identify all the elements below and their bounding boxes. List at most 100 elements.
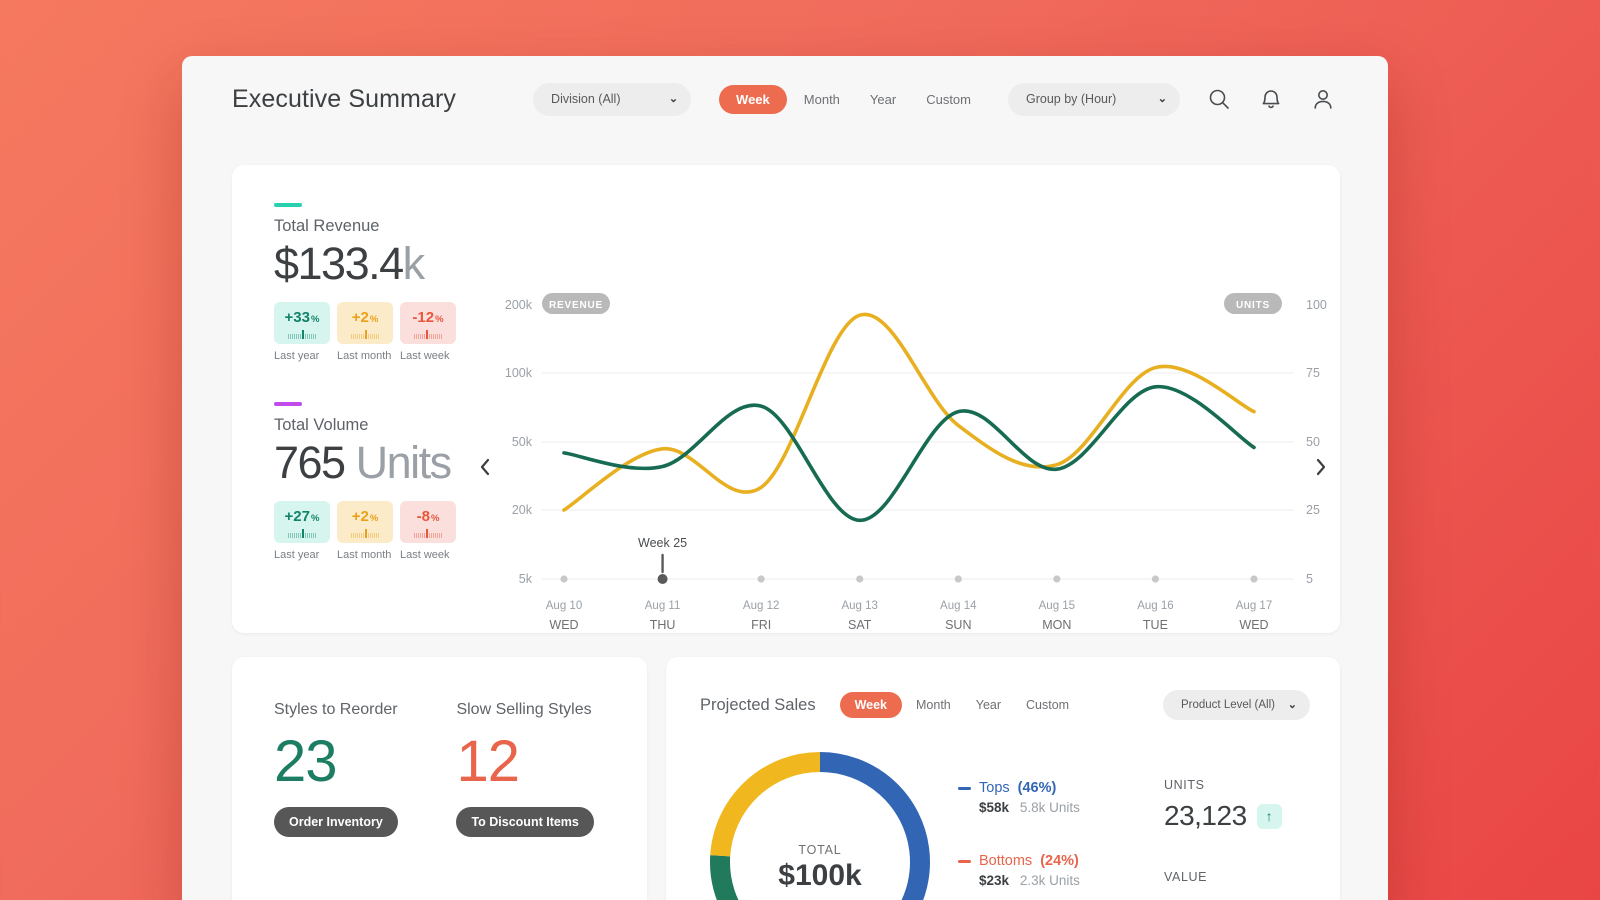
ps-tab-week[interactable]: Week xyxy=(840,692,902,718)
badge-last-year[interactable]: +27% Last year xyxy=(274,501,330,561)
svg-text:Aug 11: Aug 11 xyxy=(645,600,681,612)
search-icon[interactable] xyxy=(1202,82,1236,116)
legend-item-tops[interactable]: Tops (46%) $58k 5.8k Units xyxy=(958,780,1142,815)
svg-text:20k: 20k xyxy=(512,503,533,517)
sparkline xyxy=(351,529,379,538)
badge-caption: Last month xyxy=(337,549,393,561)
svg-text:5: 5 xyxy=(1306,572,1313,586)
ps-tab-custom[interactable]: Custom xyxy=(1015,692,1080,718)
legend-units: 2.3k Units xyxy=(1020,873,1080,888)
sparkline xyxy=(414,330,442,339)
legend-name: Tops xyxy=(979,780,1010,796)
left-axis-ticks: 200k100k50k20k5k xyxy=(505,298,533,586)
svg-text:Aug 15: Aug 15 xyxy=(1039,600,1075,612)
division-select[interactable]: Division (All) ⌄ xyxy=(533,83,691,116)
badge-box: -12% xyxy=(400,302,456,344)
user-icon[interactable] xyxy=(1306,82,1340,116)
legend-color-swatch xyxy=(958,787,971,790)
svg-text:75: 75 xyxy=(1306,366,1320,380)
donut-slice[interactable] xyxy=(720,762,820,856)
overview-card: Total Revenue $133.4k +33% Last year +2% xyxy=(232,165,1340,633)
stat-label: UNITS xyxy=(1164,778,1282,792)
badge-caption: Last week xyxy=(400,350,456,362)
svg-text:50: 50 xyxy=(1306,435,1320,449)
badge-percent: +33% xyxy=(285,310,320,325)
svg-text:Aug 16: Aug 16 xyxy=(1137,600,1173,612)
badge-percent: +2% xyxy=(352,509,379,524)
order-inventory-button[interactable]: Order Inventory xyxy=(274,807,398,837)
series-paths xyxy=(564,314,1254,520)
projected-sales-title: Projected Sales xyxy=(700,696,816,715)
chevron-down-icon: ⌄ xyxy=(669,94,678,105)
projected-sales-body: TOTAL $100k Tops (46%) $58k 5.8k Units xyxy=(666,720,1340,900)
product-level-label: Product Level (All) xyxy=(1181,699,1275,711)
badge-caption: Last month xyxy=(337,350,393,362)
arrow-up-icon: ↑ xyxy=(1257,804,1282,829)
donut-legend: Tops (46%) $58k 5.8k Units Bottoms (24%) xyxy=(944,738,1142,900)
badge-box: -8% xyxy=(400,501,456,543)
svg-text:5k: 5k xyxy=(519,572,533,586)
bell-icon[interactable] xyxy=(1254,82,1288,116)
chevron-down-icon: ⌄ xyxy=(1288,700,1297,711)
legend-money: $58k xyxy=(979,800,1009,815)
kpi-accent-bar xyxy=(274,203,302,207)
badge-last-month[interactable]: +2% Last month xyxy=(337,501,393,561)
badge-percent: +27% xyxy=(285,509,320,524)
badge-last-week[interactable]: -8% Last week xyxy=(400,501,456,561)
legend-percent: (46%) xyxy=(1018,780,1057,796)
legend-money: $23k xyxy=(979,873,1009,888)
sparkline xyxy=(288,529,316,538)
svg-text:REVENUE: REVENUE xyxy=(549,300,603,311)
page-title: Executive Summary xyxy=(232,85,456,114)
badge-box: +2% xyxy=(337,302,393,344)
top-bar: Executive Summary Division (All) ⌄ Week … xyxy=(182,56,1388,142)
ps-tab-month[interactable]: Month xyxy=(905,692,962,718)
badge-box: +2% xyxy=(337,501,393,543)
kpi-badges: +33% Last year +2% Last month xyxy=(274,302,464,362)
badge-box: +27% xyxy=(274,501,330,543)
tab-year[interactable]: Year xyxy=(857,85,909,114)
svg-text:100k: 100k xyxy=(505,366,533,380)
product-level-select[interactable]: Product Level (All) ⌄ xyxy=(1163,690,1310,720)
styles-card: Styles to Reorder 23 Order Inventory Slo… xyxy=(232,657,647,900)
x-axis-labels: Aug 10WEDAug 11THUAug 12FRIAug 13SATAug … xyxy=(546,600,1272,632)
tab-week[interactable]: Week xyxy=(719,85,787,114)
badge-percent: +2% xyxy=(352,310,379,325)
projected-sales-card: Projected Sales Week Month Year Custom P… xyxy=(666,657,1340,900)
svg-text:Aug 14: Aug 14 xyxy=(940,600,977,612)
discount-items-button[interactable]: To Discount Items xyxy=(456,807,593,837)
styles-to-reorder: Styles to Reorder 23 Order Inventory xyxy=(274,701,452,837)
svg-text:FRI: FRI xyxy=(751,618,771,632)
group-by-select[interactable]: Group by (Hour) ⌄ xyxy=(1008,83,1180,116)
badge-percent: -12% xyxy=(412,310,443,325)
badge-last-month[interactable]: +2% Last month xyxy=(337,302,393,362)
badge-last-year[interactable]: +33% Last year xyxy=(274,302,330,362)
ps-tab-year[interactable]: Year xyxy=(965,692,1012,718)
tab-custom[interactable]: Custom xyxy=(913,85,984,114)
kpi-label: Total Revenue xyxy=(274,217,464,236)
badge-percent: -8% xyxy=(417,509,440,524)
prev-arrow[interactable] xyxy=(472,450,498,484)
stat-value-block: VALUE xyxy=(1164,870,1282,884)
line-chart: 200k100k50k20k5k 1007550255 REVENUEUNITS… xyxy=(464,165,1340,633)
column-title: Slow Selling Styles xyxy=(456,701,593,719)
donut-center: TOTAL $100k xyxy=(696,843,944,893)
kpi-value: $133.4k xyxy=(274,238,464,290)
next-arrow[interactable] xyxy=(1308,450,1334,484)
kpi-column: Total Revenue $133.4k +33% Last year +2% xyxy=(232,165,464,633)
sparkline xyxy=(351,330,379,339)
svg-text:Aug 13: Aug 13 xyxy=(841,600,877,612)
tab-month[interactable]: Month xyxy=(791,85,853,114)
donut-chart: TOTAL $100k xyxy=(696,738,944,900)
line-chart-svg: 200k100k50k20k5k 1007550255 REVENUEUNITS… xyxy=(464,165,1340,633)
kpi-total-volume: Total Volume 765 Units +27% Last year +2… xyxy=(274,402,464,561)
svg-text:Aug 17: Aug 17 xyxy=(1236,600,1272,612)
kpi-value-suffix: k xyxy=(403,238,424,289)
projected-sales-tabs: Week Month Year Custom xyxy=(840,692,1081,718)
stat-label: VALUE xyxy=(1164,870,1282,884)
svg-text:UNITS: UNITS xyxy=(1236,300,1270,311)
legend-item-bottoms[interactable]: Bottoms (24%) $23k 2.3k Units xyxy=(958,853,1142,888)
badge-last-week[interactable]: -12% Last week xyxy=(400,302,456,362)
week-marker: Week 25 xyxy=(638,536,687,572)
svg-text:Week 25: Week 25 xyxy=(638,536,687,550)
